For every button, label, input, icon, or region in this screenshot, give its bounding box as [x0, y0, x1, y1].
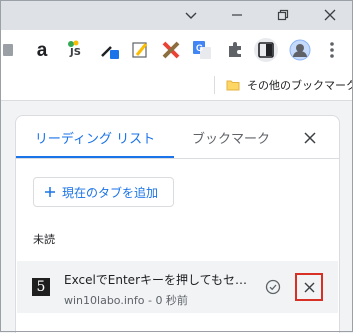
window-titlebar — [0, 0, 353, 30]
minimize-button[interactable] — [214, 0, 260, 30]
folder-icon — [226, 80, 240, 91]
svg-text:G: G — [196, 43, 203, 53]
add-current-tab-button[interactable]: 現在のタブを追加 — [33, 177, 174, 207]
item-time: 0 秒前 — [155, 294, 188, 307]
js-icon[interactable]: JS — [64, 38, 88, 62]
check-circle-icon — [265, 279, 281, 295]
bookmarks-separator — [214, 76, 215, 94]
avatar[interactable] — [288, 38, 312, 62]
cross-icon[interactable] — [159, 38, 183, 62]
tab-reading-list[interactable]: リーディング リスト — [16, 116, 174, 158]
amazon-icon[interactable]: a — [30, 38, 54, 62]
restore-icon — [277, 9, 289, 21]
plus-icon — [45, 187, 55, 197]
reading-list-item[interactable]: 5 ExcelでEnterキーを押してもセ… win10labo.info - … — [17, 261, 338, 313]
mark-as-read-button[interactable] — [263, 277, 283, 297]
tab-bookmarks-label: ブックマーク — [191, 131, 270, 147]
site-favicon: 5 — [32, 278, 50, 296]
tab-divider — [16, 158, 339, 159]
kebab-menu-icon[interactable] — [320, 38, 344, 62]
close-window-button[interactable] — [307, 0, 353, 30]
restore-button[interactable] — [260, 0, 306, 30]
bookmarks-bar: その他のブックマーク — [0, 70, 353, 101]
tab-bookmarks[interactable]: ブックマーク — [188, 116, 274, 158]
reading-list-panel: リーディング リスト ブックマーク 現在のタブを追加 未読 5 ExcelでEn… — [15, 115, 340, 333]
tab-reading-list-label: リーディング リスト — [34, 131, 156, 147]
page-icon[interactable] — [0, 38, 20, 62]
chevron-down-icon — [185, 12, 197, 19]
delete-item-button[interactable] — [295, 273, 323, 301]
side-panel-icon[interactable] — [254, 38, 278, 62]
minimize-icon — [232, 14, 242, 16]
close-panel-button[interactable] — [300, 128, 320, 148]
close-icon — [304, 282, 314, 292]
item-meta: win10labo.info - 0 秒前 — [64, 292, 188, 308]
eyedropper-icon[interactable] — [98, 38, 122, 62]
pencil-icon[interactable] — [128, 38, 152, 62]
add-current-tab-label: 現在のタブを追加 — [62, 185, 159, 200]
section-unread-heading: 未読 — [33, 233, 55, 246]
puzzle-icon[interactable] — [223, 38, 247, 62]
browser-toolbar: a JS G — [0, 30, 353, 70]
item-site: win10labo.info — [64, 294, 145, 307]
item-meta-separator: - — [144, 294, 156, 307]
other-bookmarks-folder[interactable]: その他のブックマーク — [226, 76, 353, 94]
other-bookmarks-label: その他のブックマーク — [247, 79, 353, 92]
tab-search-button[interactable] — [168, 0, 214, 30]
close-icon — [304, 132, 316, 144]
translate-icon[interactable]: G — [190, 38, 214, 62]
item-title: ExcelでEnterキーを押してもセ… — [64, 273, 248, 287]
close-icon — [324, 9, 336, 21]
